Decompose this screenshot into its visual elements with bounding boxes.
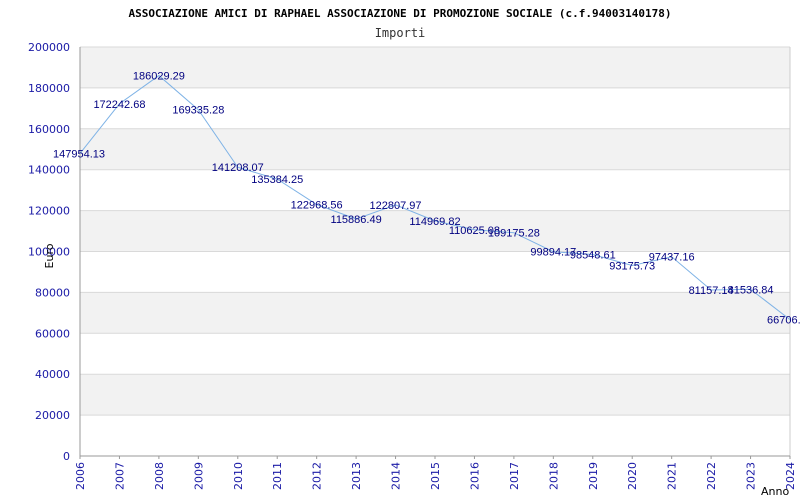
grid-band bbox=[80, 47, 790, 88]
data-label: 135384.25 bbox=[251, 174, 303, 186]
x-tick-label: 2017 bbox=[508, 462, 521, 490]
y-axis-title: Euro bbox=[43, 243, 56, 268]
background-bands bbox=[80, 47, 790, 416]
data-label: 147954.13 bbox=[53, 148, 105, 160]
x-tick-label: 2006 bbox=[74, 462, 87, 490]
data-label: 186029.29 bbox=[133, 71, 185, 83]
y-tick-label: 160000 bbox=[28, 123, 70, 136]
x-tick-label: 2013 bbox=[350, 462, 363, 490]
x-axis-title: Anno bbox=[761, 485, 789, 498]
grid-band bbox=[80, 292, 790, 334]
x-tick-label: 2011 bbox=[271, 462, 284, 490]
data-label: 66706. bbox=[767, 315, 800, 327]
grid-band bbox=[80, 128, 790, 170]
data-label: 122968.56 bbox=[291, 200, 343, 212]
chart-subtitle: Importi bbox=[375, 26, 426, 40]
grid-band bbox=[80, 374, 790, 416]
x-tick-label: 2021 bbox=[666, 462, 679, 490]
data-label: 172242.68 bbox=[93, 99, 145, 111]
x-tick-label: 2022 bbox=[705, 462, 718, 490]
x-tick-labels: 2006 2007 2008 2009 2010 2011 2012 2013 2014 2015… bbox=[74, 462, 797, 490]
x-tick-label: 2007 bbox=[113, 462, 126, 490]
chart-title: ASSOCIAZIONE AMICI DI RAPHAEL ASSOCIAZIO… bbox=[128, 7, 671, 20]
x-tick-label: 2019 bbox=[587, 462, 600, 490]
x-tick-label: 2015 bbox=[429, 462, 442, 490]
x-tick-label: 2020 bbox=[626, 462, 639, 490]
y-tick-label: 20000 bbox=[35, 409, 70, 422]
data-label: 169335.28 bbox=[172, 105, 224, 117]
y-tick-label: 80000 bbox=[35, 286, 70, 299]
x-tick-label: 2016 bbox=[468, 462, 481, 490]
x-tick-label: 2014 bbox=[390, 462, 403, 490]
data-label: 115886.49 bbox=[331, 214, 382, 226]
data-label: 122807.97 bbox=[370, 200, 422, 212]
y-tick-label: 120000 bbox=[28, 205, 70, 218]
x-tick-label: 2009 bbox=[192, 462, 205, 490]
data-label: 141208.07 bbox=[212, 162, 264, 174]
y-tick-label: 140000 bbox=[28, 164, 70, 177]
x-tick-label: 2008 bbox=[153, 462, 166, 490]
data-label: 81536.84 bbox=[728, 284, 774, 296]
y-tick-label: 180000 bbox=[28, 82, 70, 95]
data-label: 109175.28 bbox=[488, 228, 540, 240]
x-tick-label: 2018 bbox=[547, 462, 560, 490]
x-tick-label: 2012 bbox=[311, 462, 324, 490]
y-tick-label: 200000 bbox=[28, 41, 70, 54]
y-tick-label: 40000 bbox=[35, 368, 70, 381]
x-tick-label: 2010 bbox=[232, 462, 245, 490]
line-chart: 0200004000060000800001000001200001400001… bbox=[28, 7, 800, 498]
chart: 0 20000 40000 60000 80000 100000 120000 140000 1… bbox=[0, 0, 800, 500]
x-tick-label: 2023 bbox=[745, 462, 758, 490]
data-label: 97437.16 bbox=[649, 252, 695, 264]
y-tick-label: 0 bbox=[63, 450, 70, 463]
data-labels: 147954.13 172242.68 186029.29 169335.28 1412… bbox=[53, 71, 800, 327]
y-tick-label: 60000 bbox=[35, 327, 70, 340]
